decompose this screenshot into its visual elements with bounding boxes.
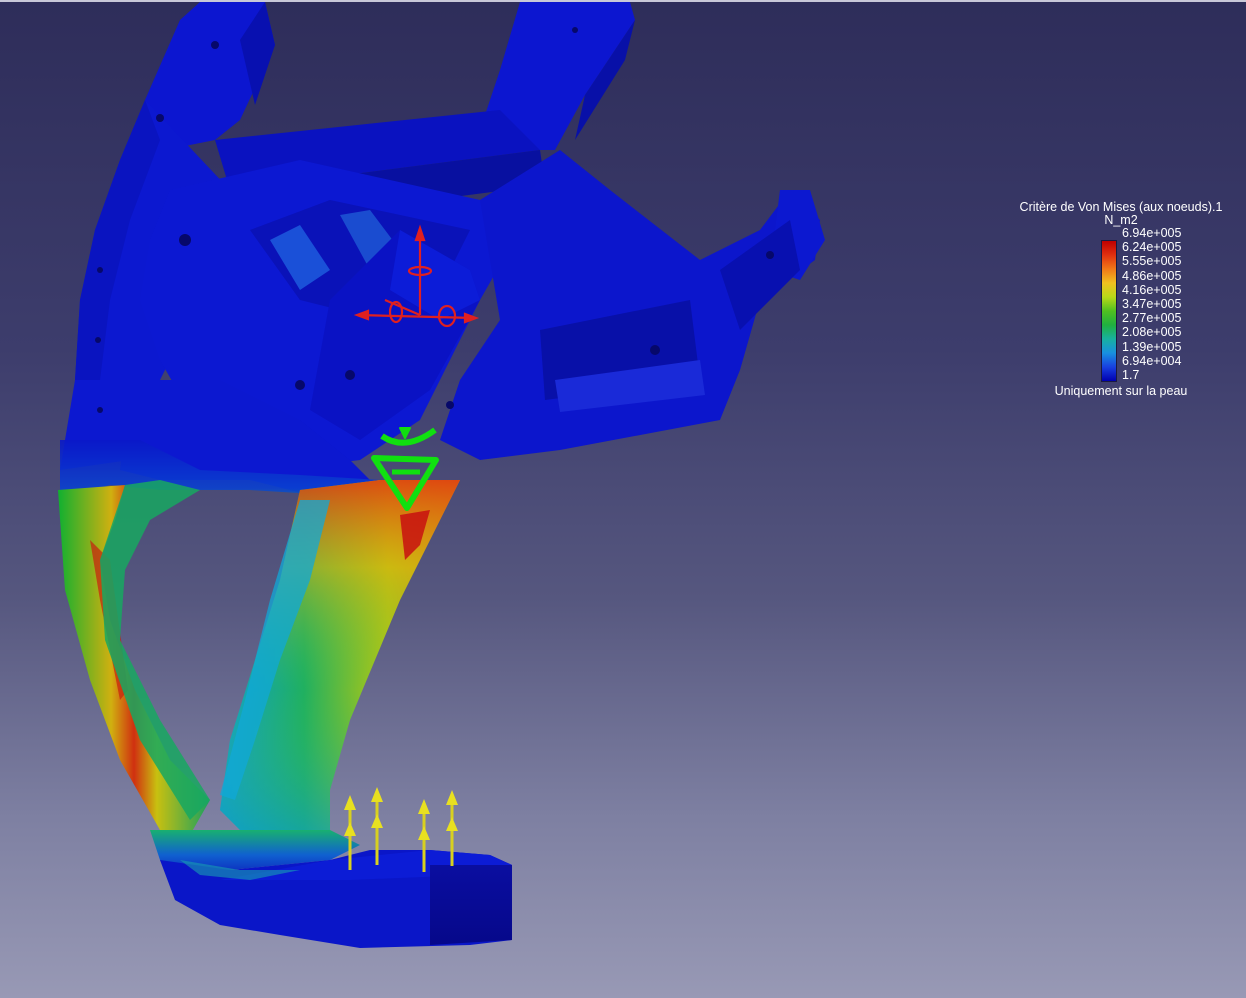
legend-tick-label: 1.39e+005 xyxy=(1122,339,1182,354)
part-base xyxy=(150,830,512,948)
legend-tick-label: 2.08e+005 xyxy=(1122,325,1182,340)
stress-legend[interactable]: Critère de Von Mises (aux noeuds).1 N_m2… xyxy=(1008,200,1234,405)
legend-tick-label: 4.16e+005 xyxy=(1122,282,1182,297)
legend-tick-label: 6.24e+005 xyxy=(1122,240,1182,255)
legend-note: Uniquement sur la peau xyxy=(1054,384,1188,398)
legend-unit: N_m2 xyxy=(1104,213,1138,227)
legend-tick-label: 2.77e+005 xyxy=(1122,311,1182,326)
legend-tick-label: 1.7 xyxy=(1122,368,1140,382)
part-frame xyxy=(60,2,825,500)
legend-tick-label: 4.86e+005 xyxy=(1122,268,1182,283)
3d-viewport[interactable] xyxy=(0,0,1246,998)
legend-tick-label: 5.55e+005 xyxy=(1122,254,1182,269)
part-arms xyxy=(58,480,460,835)
legend-tick-label: 6.94e+004 xyxy=(1122,353,1182,368)
legend-title: Critère de Von Mises (aux noeuds).1 xyxy=(1019,200,1223,214)
legend-tick-label: 6.94e+005 xyxy=(1122,226,1182,240)
legend-color-bar xyxy=(1101,240,1117,382)
legend-tick-label: 3.47e+005 xyxy=(1122,297,1182,311)
